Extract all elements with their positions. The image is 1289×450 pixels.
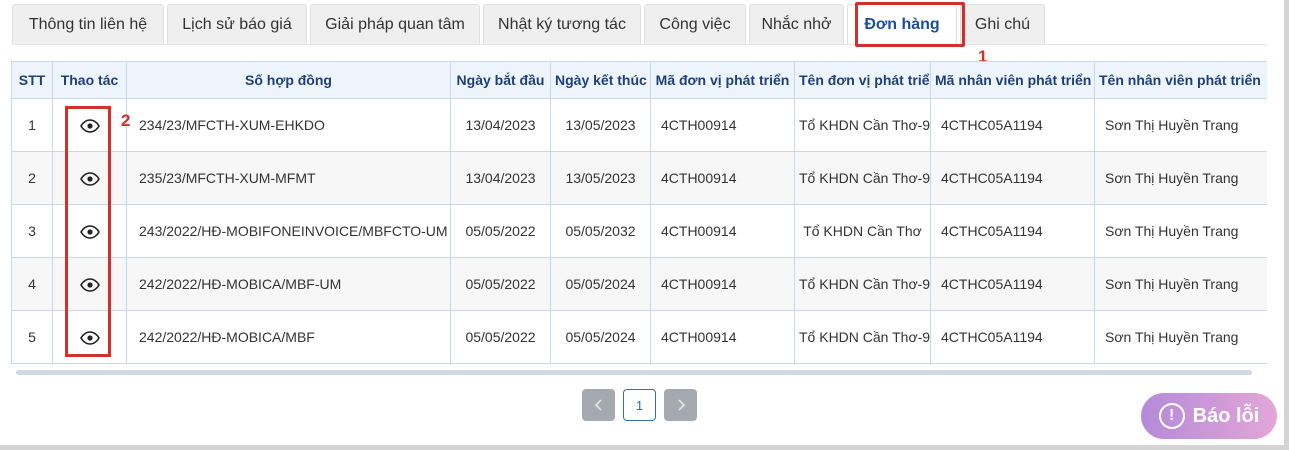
cell-end-date: 05/05/2032: [550, 204, 651, 258]
tab-tasks[interactable]: Công việc: [644, 4, 746, 44]
header-unit-name[interactable]: Tên đơn vị phát triển: [794, 61, 931, 99]
orders-table: STT Thao tác Số hợp đồng Ngày bắt đầu Ng…: [11, 61, 1267, 364]
cell-stt: 4: [11, 257, 53, 311]
cell-unit-code: 4CTH00914: [650, 204, 795, 258]
tab-quote-history[interactable]: Lịch sử báo giá: [167, 4, 307, 44]
table-row: 2 235/23/MFCTH-XUM-MFMT 13/04/2023 13/05…: [11, 151, 1267, 205]
header-actions[interactable]: Thao tác: [52, 61, 127, 99]
cell-staff-name: Sơn Thị Huyền Trang: [1094, 151, 1267, 205]
cell-unit-name: Tổ KHDN Cần Thơ-9: [794, 98, 931, 152]
header-stt[interactable]: STT: [11, 61, 53, 99]
tab-reminders[interactable]: Nhắc nhở: [749, 4, 844, 44]
cell-unit-code: 4CTH00914: [650, 310, 795, 364]
cell-start-date: 05/05/2022: [450, 310, 551, 364]
cell-staff-code: 4CTHC05A1194: [930, 310, 1095, 364]
header-staff-name[interactable]: Tên nhân viên phát triển: [1094, 61, 1267, 99]
page-button-current[interactable]: 1: [623, 389, 656, 421]
cell-unit-code: 4CTH00914: [650, 257, 795, 311]
cell-staff-name: Sơn Thị Huyền Trang: [1094, 204, 1267, 258]
chevron-right-icon: [677, 399, 685, 411]
cell-staff-code: 4CTHC05A1194: [930, 98, 1095, 152]
cell-staff-code: 4CTHC05A1194: [930, 204, 1095, 258]
tab-notes[interactable]: Ghi chú: [960, 4, 1045, 44]
cell-contract-number: 243/2022/HĐ-MOBIFONEINVOICE/MBFCTO-UM: [126, 204, 451, 258]
horizontal-scrollbar[interactable]: [16, 370, 1252, 375]
tab-divider: [12, 44, 1267, 45]
cell-contract-number: 234/23/MFCTH-XUM-EHKDO: [126, 98, 451, 152]
chevron-left-icon: [594, 399, 602, 411]
cell-unit-code: 4CTH00914: [650, 151, 795, 205]
report-error-label: Báo lỗi: [1192, 404, 1260, 427]
cell-start-date: 05/05/2022: [450, 257, 551, 311]
cell-contract-number: 235/23/MFCTH-XUM-MFMT: [126, 151, 451, 205]
tab-contact-info[interactable]: Thông tin liên hệ: [12, 4, 164, 44]
cell-start-date: 05/05/2022: [450, 204, 551, 258]
cell-stt: 2: [11, 151, 53, 205]
tab-interaction-log[interactable]: Nhật ký tương tác: [483, 4, 641, 44]
cell-unit-name: Tổ KHDN Cần Thơ-9: [794, 310, 931, 364]
header-contract-number[interactable]: Số hợp đồng: [126, 61, 451, 99]
orders-table-container: STT Thao tác Số hợp đồng Ngày bắt đầu Ng…: [11, 61, 1267, 381]
exclamation-circle-icon: !: [1158, 403, 1185, 429]
cell-end-date: 13/05/2023: [550, 151, 651, 205]
table-row: 5 242/2022/HĐ-MOBICA/MBF 05/05/2022 05/0…: [11, 310, 1267, 364]
cell-contract-number: 242/2022/HĐ-MOBICA/MBF-UM: [126, 257, 451, 311]
cell-unit-name: Tổ KHDN Cần Thơ: [794, 204, 931, 258]
cell-stt: 1: [11, 98, 53, 152]
annotation-number-2: 2: [121, 111, 131, 130]
report-error-button[interactable]: ! Báo lỗi: [1141, 393, 1277, 439]
cell-end-date: 13/05/2023: [550, 98, 651, 152]
header-unit-code[interactable]: Mã đơn vị phát triển: [650, 61, 795, 99]
cell-end-date: 05/05/2024: [550, 310, 651, 364]
table-row: 1 234/23/MFCTH-XUM-EHKDO 13/04/2023 13/0…: [11, 98, 1267, 152]
table-row: 4 242/2022/HĐ-MOBICA/MBF-UM 05/05/2022 0…: [11, 257, 1267, 311]
cell-unit-name: Tổ KHDN Cần Thơ-9: [794, 151, 931, 205]
highlight-box-orders-tab: [855, 2, 965, 47]
pagination: 1: [582, 389, 705, 421]
next-page-button[interactable]: [664, 389, 697, 421]
highlight-box-actions-column: [65, 106, 111, 357]
cell-stt: 5: [11, 310, 53, 364]
header-staff-code[interactable]: Mã nhân viên phát triển: [930, 61, 1095, 99]
table-row: 3 243/2022/HĐ-MOBIFONEINVOICE/MBFCTO-UM …: [11, 204, 1267, 258]
prev-page-button[interactable]: [582, 389, 615, 421]
cell-end-date: 05/05/2024: [550, 257, 651, 311]
cell-staff-code: 4CTHC05A1194: [930, 257, 1095, 311]
cell-contract-number: 242/2022/HĐ-MOBICA/MBF: [126, 310, 451, 364]
cell-staff-code: 4CTHC05A1194: [930, 151, 1095, 205]
tab-solutions-of-interest[interactable]: Giải pháp quan tâm: [310, 4, 480, 44]
cell-start-date: 13/04/2023: [450, 151, 551, 205]
header-start-date[interactable]: Ngày bắt đầu: [450, 61, 551, 99]
cell-start-date: 13/04/2023: [450, 98, 551, 152]
cell-stt: 3: [11, 204, 53, 258]
header-end-date[interactable]: Ngày kết thúc: [550, 61, 651, 99]
table-header-row: STT Thao tác Số hợp đồng Ngày bắt đầu Ng…: [11, 61, 1267, 99]
cell-unit-code: 4CTH00914: [650, 98, 795, 152]
cell-staff-name: Sơn Thị Huyền Trang: [1094, 98, 1267, 152]
cell-staff-name: Sơn Thị Huyền Trang: [1094, 257, 1267, 311]
cell-unit-name: Tổ KHDN Cần Thơ-9: [794, 257, 931, 311]
cell-staff-name: Sơn Thị Huyền Trang: [1094, 310, 1267, 364]
